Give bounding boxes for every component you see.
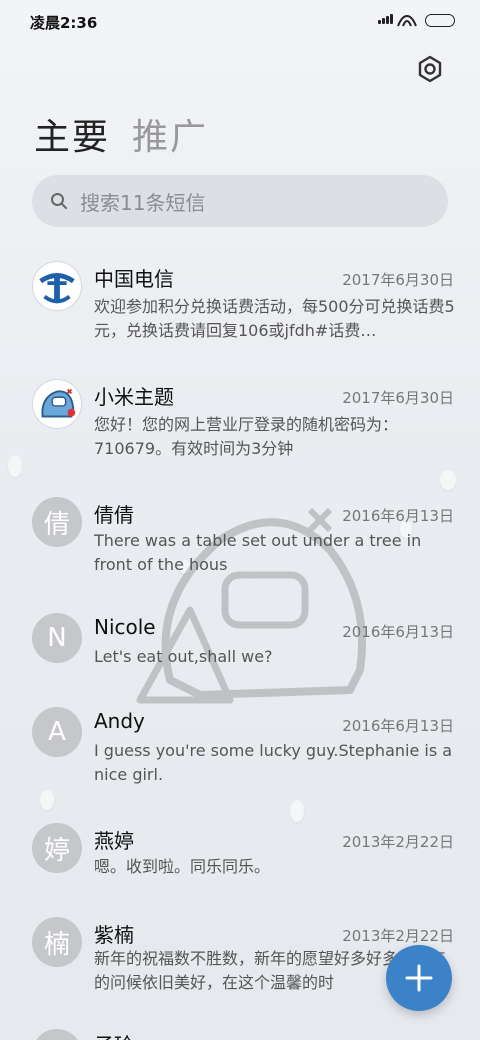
contact-avatar: 玲 [32,1029,82,1040]
plus-icon [405,964,433,992]
theme-avatar [32,379,82,429]
contact-name: 子玲 [94,1029,134,1040]
signal-icon [378,14,393,24]
search-icon [51,193,67,209]
category-tabs: 主要 推广 [34,108,208,160]
contact-avatar: A [32,707,82,757]
conversation-row[interactable]: N Nicole 2016年6月13日 Let's eat out,shall … [0,603,480,697]
telecom-avatar [32,261,82,311]
message-date: 2016年6月13日 [342,507,454,525]
xiaomi-theme-logo-icon [41,388,76,418]
message-date: 2016年6月13日 [342,717,454,735]
tab-primary[interactable]: 主要 [34,108,110,160]
status-time: 凌晨2:36 [30,14,98,32]
contact-name: 中国电信 [94,267,174,291]
conversation-row[interactable]: A Andy 2016年6月13日 I guess you're some lu… [0,697,480,813]
conversation-row[interactable]: 倩 倩倩 2016年6月13日 There was a table set ou… [0,487,480,603]
contact-name: 紫楠 [94,923,134,947]
compose-button[interactable] [386,945,452,1011]
contact-name: Andy [94,709,145,733]
conversation-row[interactable]: 玲 子玲 [0,1023,480,1040]
conversation-row[interactable]: 中国电信 2017年6月30日 欢迎参加积分兑换话费活动，每500分可兑换话费5… [0,255,480,371]
conversation-row[interactable]: 小米主题 2017年6月30日 您好！您的网上营业厅登录的随机密码为：71067… [0,371,480,487]
conversation-row[interactable]: 婷 燕婷 2013年2月22日 嗯。收到啦。同乐同乐。 [0,813,480,907]
message-preview: There was a table set out under a tree i… [94,531,422,574]
message-preview: 您好！您的网上营业厅登录的随机密码为：710679。有效时间为3分钟 [94,415,399,458]
message-preview: I guess you're some lucky guy.Stephanie … [94,741,453,784]
tab-promotions[interactable]: 推广 [132,108,208,160]
contact-avatar: 倩 [32,497,82,547]
settings-icon[interactable] [416,55,444,83]
network-icon [397,14,417,27]
search-bar[interactable]: 搜索11条短信 [32,175,448,227]
contact-name: Nicole [94,615,156,639]
message-date: 2013年2月22日 [342,927,454,945]
message-preview: Let's eat out,shall we? [94,647,273,666]
message-date: 2013年2月22日 [342,833,454,851]
contact-name: 倩倩 [94,503,134,527]
contact-avatar: N [32,613,82,663]
status-bar: 凌晨2:36 [0,0,480,44]
contact-avatar: 婷 [32,823,82,873]
message-date: 2016年6月13日 [342,623,454,641]
contact-name: 燕婷 [94,829,134,853]
contact-avatar: 楠 [32,917,82,967]
contact-name: 小米主题 [94,385,174,409]
message-preview: 欢迎参加积分兑换话费活动，每500分可兑换话费5元，兑换话费请回复106或jfd… [94,297,455,340]
china-telecom-logo-icon [33,262,81,310]
search-placeholder: 搜索11条短信 [80,190,206,215]
battery-icon [425,14,455,27]
message-preview: 嗯。收到啦。同乐同乐。 [94,857,271,876]
message-date: 2017年6月30日 [342,271,454,289]
message-date: 2017年6月30日 [342,389,454,407]
